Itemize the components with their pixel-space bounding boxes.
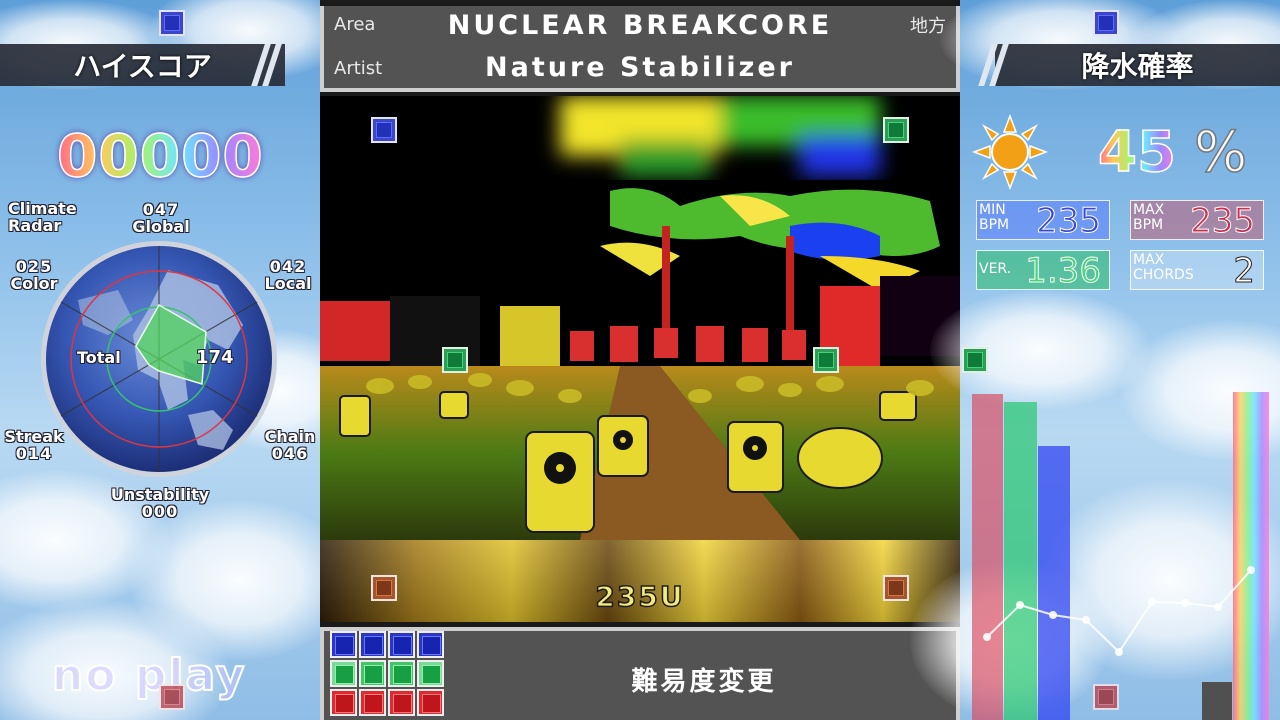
- radar-color-value: 025: [15, 257, 53, 276]
- marker-square: [1093, 684, 1119, 710]
- difficulty-cell[interactable]: [388, 689, 415, 716]
- max-bpm-label-line1: MAX: [1133, 202, 1165, 218]
- rainbow-bar: [1233, 392, 1269, 720]
- difficulty-cell[interactable]: [359, 660, 386, 687]
- rain-chance-unit: %: [1193, 119, 1248, 186]
- radar-chain-value: 046: [271, 444, 309, 463]
- banner-stripes: [251, 44, 282, 86]
- min-bpm-value: 235: [1036, 201, 1102, 242]
- min-bpm-box: MIN BPM 235: [976, 200, 1110, 242]
- marker-square: [1093, 10, 1119, 36]
- difficulty-change-label[interactable]: 難易度変更: [524, 661, 884, 698]
- rain-chance-title: 降水確率: [1081, 50, 1194, 83]
- radar-total-value: 174: [196, 347, 234, 368]
- difficulty-cell[interactable]: [417, 660, 444, 687]
- song-level: 235U: [595, 579, 685, 614]
- marker-square: [371, 117, 397, 143]
- song-artist: Nature Stabilizer: [485, 52, 795, 83]
- version-label: VER.: [979, 261, 1012, 277]
- radar-unstability-value: 000: [141, 502, 179, 521]
- radar-streak: Streak 014: [2, 428, 66, 462]
- climate-radar-chart: [41, 241, 277, 477]
- banner-stripes: [978, 44, 1009, 86]
- radar-global-label: Global: [132, 217, 190, 236]
- difficulty-cell[interactable]: [330, 631, 357, 658]
- max-chords-label-line1: MAX: [1133, 252, 1165, 268]
- song-title: NUCLEAR BREAKCORE: [447, 10, 833, 41]
- difficulty-cell[interactable]: [359, 689, 386, 716]
- radar-color-label: Color: [10, 274, 58, 293]
- song-jacket-image: [320, 96, 960, 540]
- version-box: VER. 1.36: [976, 250, 1110, 292]
- marker-square: [442, 347, 468, 373]
- radar-local-label: Local: [264, 274, 312, 293]
- marker-square: [883, 117, 909, 143]
- max-chords-label-line2: CHORDS: [1133, 267, 1194, 283]
- radar-title: Climate Radar: [8, 200, 77, 234]
- high-score-banner: ハイスコア: [0, 44, 285, 86]
- song-select-center: Area 地方 Artist NUCLEAR BREAKCORE Nature …: [320, 0, 960, 720]
- difficulty-cell[interactable]: [388, 660, 415, 687]
- radar-local: 042 Local: [262, 258, 314, 292]
- difficulty-panel: 難易度変更: [320, 627, 960, 720]
- radar-color: 025 Color: [6, 258, 62, 292]
- difficulty-cell[interactable]: [388, 631, 415, 658]
- min-bpm-label-line2: BPM: [979, 217, 1010, 233]
- max-bpm-label: MAX BPM: [1133, 203, 1164, 233]
- play-status: no play: [51, 649, 247, 702]
- rain-chance-banner: 降水確率: [978, 44, 1280, 86]
- high-score-value: 00000: [56, 121, 264, 191]
- max-chords-value: 2: [1233, 251, 1256, 292]
- marker-square: [159, 684, 185, 710]
- max-chords-label: MAX CHORDS: [1133, 253, 1194, 283]
- version-value: 1.36: [1025, 251, 1102, 292]
- high-score-title: ハイスコア: [73, 50, 212, 83]
- min-bpm-label-line1: MIN: [979, 202, 1006, 218]
- red-bar: [972, 394, 1003, 720]
- radar-global: 047 Global: [126, 201, 196, 235]
- difficulty-grid[interactable]: [330, 631, 444, 716]
- max-bpm-label-line2: BPM: [1133, 217, 1164, 233]
- radar-global-value: 047: [142, 200, 180, 219]
- max-chords-box: MAX CHORDS 2: [1130, 250, 1264, 292]
- radar-chain: Chain 046: [262, 428, 318, 462]
- max-bpm-box: MAX BPM 235: [1130, 200, 1264, 242]
- radar-unstability: Unstability 000: [110, 486, 210, 520]
- marker-square: [813, 347, 839, 373]
- radar-title-line2: Radar: [8, 216, 62, 235]
- marker-square: [962, 347, 988, 373]
- rain-chance-value: 45: [1097, 119, 1176, 186]
- min-bpm-label: MIN BPM: [979, 203, 1009, 233]
- difficulty-cell[interactable]: [330, 660, 357, 687]
- trend-line: [983, 566, 1255, 656]
- radar-total-label: Total: [77, 348, 121, 367]
- difficulty-cell[interactable]: [359, 631, 386, 658]
- difficulty-cell[interactable]: [417, 689, 444, 716]
- radar-streak-value: 014: [15, 444, 53, 463]
- difficulty-cell[interactable]: [417, 631, 444, 658]
- sun-icon: [972, 114, 1048, 190]
- rain-chance-readout: 45%: [1097, 119, 1248, 186]
- difficulty-cell[interactable]: [330, 689, 357, 716]
- radar-local-value: 042: [269, 257, 307, 276]
- gray-bar: [1202, 682, 1232, 720]
- max-bpm-value: 235: [1190, 201, 1256, 242]
- song-info-panel: Area 地方 Artist NUCLEAR BREAKCORE Nature …: [320, 6, 960, 92]
- marker-square: [159, 10, 185, 36]
